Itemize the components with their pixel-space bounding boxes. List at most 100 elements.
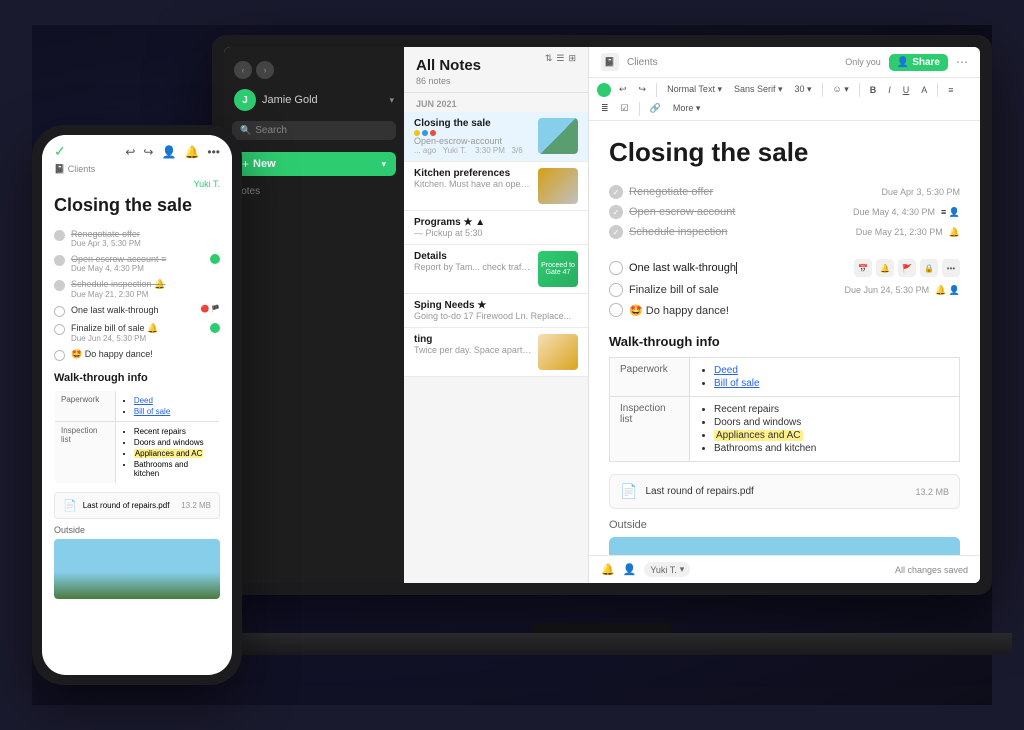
phone-bell-icon[interactable]: 🔔	[184, 145, 199, 159]
nav-forward-button[interactable]: ›	[256, 61, 274, 79]
phone-task-item[interactable]: Open escrow-account ≡ Due May 4, 4:30 PM	[54, 251, 220, 276]
filter-icon[interactable]: ⇅	[545, 53, 553, 64]
sidebar-item-notes[interactable]: Notes	[224, 182, 404, 201]
task-item[interactable]: Open escrow account Due May 4, 4:30 PM ≡…	[609, 202, 960, 222]
phone-task-checkbox[interactable]	[54, 324, 65, 335]
notes-list-title: All Notes	[416, 57, 481, 74]
phone-attach-size: 13.2 MB	[181, 501, 211, 510]
phone-task-item[interactable]: 🤩 Do happy dance!	[54, 346, 220, 364]
nav-back-button[interactable]: ‹	[234, 61, 252, 79]
task-checkbox[interactable]	[609, 225, 623, 239]
editor-toolbar: ↩ ↪ Normal Text ▾ Sans Serif ▾ 30 ▾ ☺ ▾ …	[589, 78, 980, 121]
note-item[interactable]: Programs ★ ▲ — Pickup at 5:30	[404, 211, 588, 245]
note-title: Programs ★ ▲	[414, 217, 578, 228]
text-style-button[interactable]: Normal Text ▾	[663, 82, 726, 97]
phone-bill-link[interactable]: Bill of sale	[134, 407, 170, 416]
outside-image	[609, 537, 960, 555]
phone-more-icon[interactable]: •••	[207, 145, 220, 159]
phone-task-checkbox[interactable]	[54, 255, 65, 266]
new-button[interactable]: + New ▾	[232, 152, 396, 176]
task-checkbox[interactable]	[609, 303, 623, 317]
phone-task-item[interactable]: Finalize bill of sale 🔔 Due Jun 24, 5:30…	[54, 320, 220, 346]
task-list-bottom: Finalize bill of sale Due Jun 24, 5:30 P…	[609, 280, 960, 320]
task-item[interactable]: Schedule inspection Due May 21, 2:30 PM …	[609, 222, 960, 242]
note-item[interactable]: ting Twice per day. Space apart. Please.…	[404, 328, 588, 377]
underline-button[interactable]: U	[899, 83, 914, 97]
task-checkbox[interactable]	[609, 205, 623, 219]
phone-deed-link[interactable]: Deed	[134, 396, 153, 405]
phone-task-item[interactable]: Renegotiate offer Due Apr 3, 5:30 PM	[54, 226, 220, 251]
share-button[interactable]: 👤 Share	[889, 54, 948, 71]
note-item[interactable]: Sping Needs ★ Going to-do 17 Firewood Ln…	[404, 294, 588, 328]
note-editor: 📓 Clients Only you 👤 Share ⋯	[589, 47, 980, 583]
phone-task-checkbox[interactable]	[54, 350, 65, 361]
task-item[interactable]: 🤩 Do happy dance!	[609, 300, 960, 320]
task-open-checkbox[interactable]	[609, 261, 623, 275]
font-size-button[interactable]: 30 ▾	[791, 82, 816, 97]
table-label-inspection: Inspection list	[610, 397, 690, 462]
user-dropdown-icon: ▾	[389, 95, 394, 106]
link-button[interactable]: 🔗	[646, 101, 665, 116]
bill-of-sale-link[interactable]: Bill of sale	[714, 378, 760, 389]
phone-task-item[interactable]: One last walk-through 🔴 🏴	[54, 302, 220, 320]
task-due: Due Jun 24, 5:30 PM	[845, 285, 930, 295]
avatar: J	[234, 89, 256, 111]
undo-button[interactable]: ↩	[615, 82, 631, 97]
task-editing-row[interactable]: One last walk-through 📅 🔔 🚩 🔒 •••	[609, 256, 960, 280]
date-group: JUN 2021	[404, 93, 588, 112]
bold-button[interactable]: B	[866, 83, 881, 97]
smiley-button[interactable]: ☺ ▾	[829, 82, 853, 97]
numbered-list-button[interactable]: ≣	[597, 101, 613, 116]
flag-icon[interactable]: 🚩	[898, 259, 916, 277]
list-item: Bathrooms and kitchen	[714, 442, 949, 455]
phone-task-checkbox[interactable]	[54, 230, 65, 241]
lock-icon[interactable]: 🔒	[920, 259, 938, 277]
task-checkbox[interactable]	[609, 283, 623, 297]
phone-redo-icon[interactable]: ↪	[143, 145, 153, 159]
color-button[interactable]: A	[917, 83, 931, 97]
phone-undo-icon[interactable]: ↩	[125, 145, 135, 159]
deed-link[interactable]: Deed	[714, 365, 738, 376]
attachment-row[interactable]: 📄 Last round of repairs.pdf 13.2 MB	[609, 474, 960, 509]
phone-table-cell: Recent repairs Doors and windows Applian…	[115, 422, 219, 484]
more-toolbar-button[interactable]: More ▾	[669, 101, 705, 116]
view-icon[interactable]: ☰	[556, 53, 564, 64]
note-subtitle: Report by Tam... check traffic near...	[414, 262, 532, 272]
sidebar-search[interactable]: 🔍 Search	[232, 121, 396, 140]
phone-task-item[interactable]: Schedule inspection 🔔 Due May 21, 2:30 P…	[54, 276, 220, 302]
more-options-button[interactable]: ⋯	[956, 55, 968, 69]
checklist-button[interactable]: ☑	[617, 101, 633, 116]
table-cell-inspection: Recent repairs Doors and windows Applian…	[690, 397, 960, 462]
task-checkbox[interactable]	[609, 185, 623, 199]
task-text: Schedule inspection	[629, 226, 850, 238]
bell-icon[interactable]: 🔔	[601, 563, 615, 576]
sidebar-username: Jamie Gold	[262, 94, 383, 106]
grid-icon[interactable]: ⊞	[568, 53, 576, 64]
profile-icon[interactable]: 👤	[623, 563, 637, 576]
more-icon[interactable]: •••	[942, 259, 960, 277]
phone-task-checkbox[interactable]	[54, 306, 65, 317]
phone-header-right: Yuki T.	[194, 179, 220, 189]
user-tag-chevron: ▾	[680, 564, 685, 575]
user-tag[interactable]: Yuki T. ▾	[644, 562, 690, 577]
sidebar-user[interactable]: J Jamie Gold ▾	[224, 85, 404, 115]
calendar-icon[interactable]: 📅	[854, 259, 872, 277]
task-item[interactable]: Finalize bill of sale Due Jun 24, 5:30 P…	[609, 280, 960, 300]
italic-button[interactable]: I	[884, 83, 895, 97]
phone-user-icon[interactable]: 👤	[161, 145, 176, 159]
bullet-list-button[interactable]: ≡	[944, 83, 957, 97]
redo-button[interactable]: ↪	[635, 82, 651, 97]
task-item[interactable]: Renegotiate offer Due Apr 3, 5:30 PM	[609, 182, 960, 202]
task-input-text[interactable]: One last walk-through	[629, 262, 737, 274]
phone-editor-title: Closing the sale	[54, 195, 220, 216]
note-thumbnail	[538, 118, 578, 154]
note-item[interactable]: Kitchen preferences Kitchen. Must have a…	[404, 162, 588, 211]
toolbar-color-circle[interactable]	[597, 83, 611, 97]
bell-icon[interactable]: 🔔	[876, 259, 894, 277]
phone-attachment[interactable]: 📄 Last round of repairs.pdf 13.2 MB	[54, 492, 220, 519]
phone-task-checkbox[interactable]	[54, 280, 65, 291]
font-family-button[interactable]: Sans Serif ▾	[730, 82, 787, 97]
note-item[interactable]: Closing the sale Open-escrow-account ...…	[404, 112, 588, 162]
note-item[interactable]: Details Report by Tam... check traffic n…	[404, 245, 588, 294]
phone-topbar: ✓ ↩ ↪ 👤 🔔 •••	[42, 135, 232, 164]
